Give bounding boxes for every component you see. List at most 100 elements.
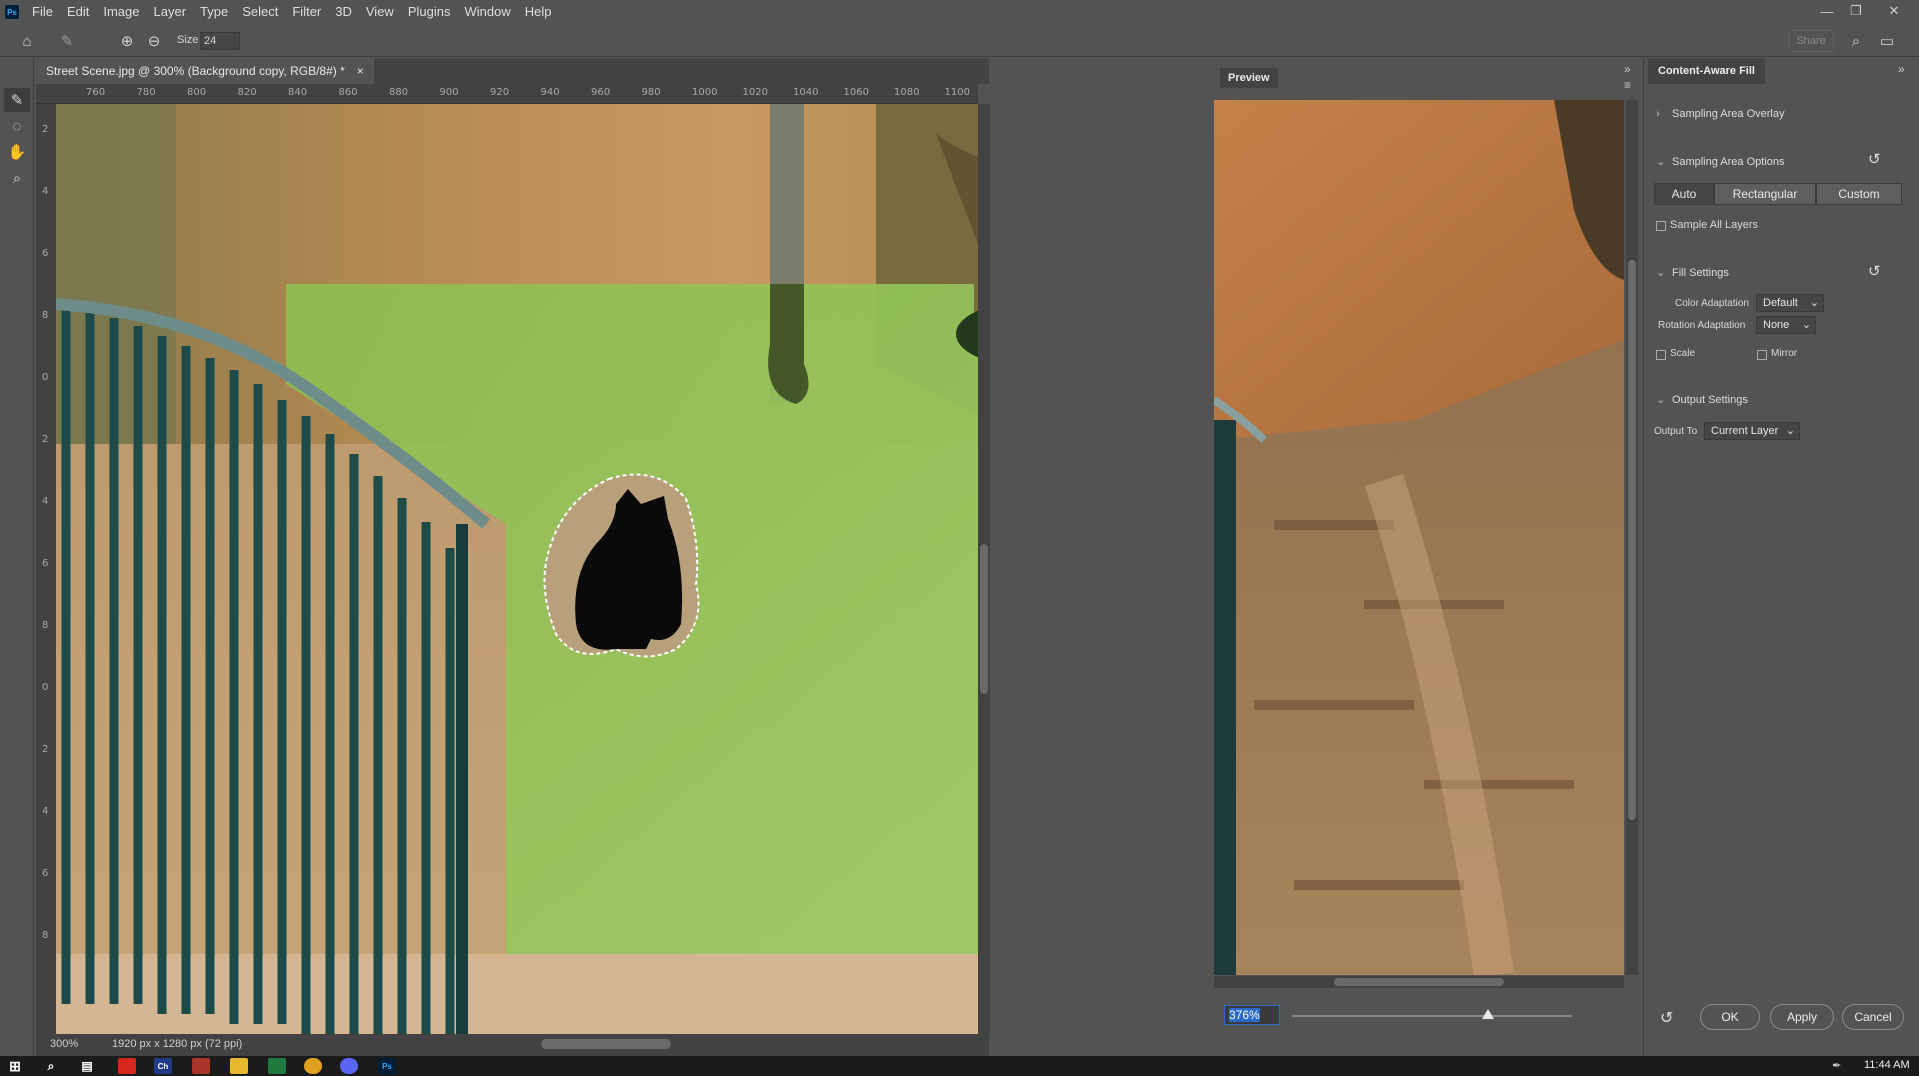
preview-image[interactable] [1214, 100, 1624, 975]
canvas-horizontal-scroll-thumb[interactable] [541, 1039, 671, 1049]
search-icon[interactable]: ⌕ [42, 1058, 60, 1074]
excel-icon[interactable] [268, 1058, 286, 1074]
menu-image[interactable]: Image [96, 0, 146, 24]
chevron-down-icon: ⌄ [1656, 156, 1666, 168]
sample-all-layers-checkbox[interactable] [1656, 221, 1666, 231]
menu-help[interactable]: Help [518, 0, 559, 24]
photoshop-taskbar-icon[interactable]: Ps [378, 1058, 396, 1074]
panel-collapse-icon[interactable]: » [1624, 62, 1631, 76]
menu-plugins[interactable]: Plugins [401, 0, 458, 24]
preview-vertical-scrollbar[interactable] [1626, 100, 1638, 975]
panel-menu-icon[interactable]: ≡ [1624, 78, 1631, 92]
size-input[interactable]: 24 [200, 32, 240, 50]
cancel-button[interactable]: Cancel [1842, 1004, 1904, 1030]
menu-edit[interactable]: Edit [60, 0, 96, 24]
sampling-options-header[interactable]: ⌄ Sampling Area Options [1656, 155, 1785, 168]
task-view-icon[interactable]: ▤ [78, 1058, 96, 1074]
zoom-tool-icon[interactable]: ⌕ [4, 166, 30, 190]
menu-layer[interactable]: Layer [147, 0, 194, 24]
chevron-down-icon: ⌄ [1656, 267, 1666, 279]
mode-rectangular-button[interactable]: Rectangular [1714, 183, 1816, 205]
close-tab-icon[interactable]: × [357, 58, 364, 84]
preview-tab[interactable]: Preview [1220, 68, 1278, 88]
acrobat-icon[interactable] [118, 1058, 136, 1074]
reset-all-icon[interactable]: ↺ [1660, 1008, 1673, 1028]
pen-icon[interactable]: ✒ [1832, 1059, 1841, 1072]
document-tab[interactable]: Street Scene.jpg @ 300% (Background copy… [36, 58, 374, 84]
app-icon[interactable] [192, 1058, 210, 1074]
preview-vertical-scroll-thumb[interactable] [1628, 260, 1636, 820]
canvas-vertical-scrollbar[interactable] [978, 104, 990, 1034]
close-button[interactable]: ✕ [1878, 0, 1910, 22]
menu-bar: Ps File Edit Image Layer Type Select Fil… [0, 0, 1919, 24]
search-icon[interactable]: ⌕ [1845, 30, 1867, 52]
content-aware-fill-panel: Content-Aware Fill » › Sampling Area Over… [1643, 58, 1919, 1056]
workspace-icon[interactable]: ▭ [1876, 30, 1898, 52]
document-canvas[interactable] [56, 104, 978, 1034]
ruler-tick-label: 2 [42, 434, 49, 445]
color-adaptation-label: Color Adaptation [1675, 298, 1749, 309]
ruler-tick-label: 820 [237, 87, 257, 98]
chevron-down-icon: ⌄ [1801, 319, 1811, 331]
tools-panel: ✎ ◌ ✋ ⌕ [0, 58, 34, 1058]
ch-app-icon[interactable]: Ch [154, 1058, 172, 1074]
status-bar: 300% 1920 px x 1280 px (72 ppi) [36, 1034, 989, 1056]
left-ruler: 2 4 6 8 0 2 4 6 8 0 2 4 6 8 [36, 104, 56, 1034]
preview-zoom-slider-thumb[interactable] [1482, 1009, 1494, 1019]
menu-type[interactable]: Type [193, 0, 235, 24]
menu-file[interactable]: File [25, 0, 60, 24]
menu-select[interactable]: Select [235, 0, 285, 24]
rotation-adaptation-dropdown[interactable]: None ⌄ [1756, 316, 1816, 334]
subtract-mode-icon[interactable]: ⊖ [143, 30, 165, 52]
windows-start-icon[interactable]: ⊞ [6, 1058, 24, 1074]
photoshop-logo: Ps [5, 5, 19, 19]
chevron-right-icon: › [1656, 108, 1660, 120]
restore-button[interactable]: ❐ [1840, 0, 1872, 22]
reset-fill-settings-icon[interactable]: ↺ [1868, 262, 1881, 280]
menu-view[interactable]: View [359, 0, 401, 24]
brush-preset-icon[interactable]: ✎ [56, 30, 78, 52]
menu-window[interactable]: Window [457, 0, 517, 24]
reset-sampling-icon[interactable]: ↺ [1868, 150, 1881, 168]
minimize-button[interactable]: — [1811, 0, 1843, 22]
panel-title[interactable]: Content-Aware Fill [1648, 58, 1765, 84]
ruler-tick-label: 920 [490, 87, 510, 98]
taskbar: ⊞ ⌕ ▤ Ch Ps ✒ 11:44 AM [0, 1056, 1919, 1076]
add-mode-icon[interactable]: ⊕ [116, 30, 138, 52]
chrome-icon[interactable] [304, 1058, 322, 1074]
preview-zoom-slider[interactable] [1292, 1009, 1572, 1019]
preview-horizontal-scrollbar[interactable] [1214, 976, 1624, 988]
menu-filter[interactable]: Filter [285, 0, 328, 24]
mirror-checkbox[interactable] [1757, 350, 1767, 360]
ruler-tick-label: 1000 [692, 87, 718, 98]
file-explorer-icon[interactable] [230, 1058, 248, 1074]
apply-button[interactable]: Apply [1770, 1004, 1834, 1030]
discord-icon[interactable] [340, 1058, 358, 1074]
document-info[interactable]: 1920 px x 1280 px (72 ppi) [112, 1038, 242, 1050]
preview-horizontal-scroll-thumb[interactable] [1334, 978, 1504, 986]
home-icon[interactable]: ⌂ [16, 30, 38, 52]
mode-custom-button[interactable]: Custom [1816, 183, 1902, 205]
output-to-dropdown[interactable]: Current Layer ⌄ [1704, 422, 1800, 440]
ruler-tick-label: 860 [338, 87, 358, 98]
share-button[interactable]: Share [1788, 30, 1834, 52]
menu-3d[interactable]: 3D [328, 0, 359, 24]
lasso-tool-icon[interactable]: ◌ [4, 114, 30, 138]
zoom-level[interactable]: 300% [50, 1038, 78, 1050]
ok-button[interactable]: OK [1700, 1004, 1760, 1030]
mode-auto-button[interactable]: Auto [1654, 183, 1714, 205]
panel-collapse-icon[interactable]: » [1898, 62, 1905, 76]
sampling-overlay-header[interactable]: › Sampling Area Overlay [1656, 108, 1785, 120]
color-adaptation-dropdown[interactable]: Default ⌄ [1756, 294, 1824, 312]
ruler-tick-label: 2 [42, 124, 49, 135]
fill-settings-header[interactable]: ⌄ Fill Settings [1656, 266, 1729, 279]
canvas-vertical-scroll-thumb[interactable] [980, 544, 988, 694]
preview-zoom-input[interactable]: 376% [1224, 1005, 1280, 1025]
ruler-tick-label: 900 [439, 87, 459, 98]
output-settings-header[interactable]: ⌄ Output Settings [1656, 393, 1748, 406]
hand-tool-icon[interactable]: ✋ [4, 140, 30, 164]
clock[interactable]: 11:44 AM [1864, 1059, 1910, 1071]
sampling-brush-tool-icon[interactable]: ✎ [4, 88, 30, 112]
sample-all-layers-label: Sample All Layers [1670, 219, 1759, 231]
scale-checkbox[interactable] [1656, 350, 1666, 360]
